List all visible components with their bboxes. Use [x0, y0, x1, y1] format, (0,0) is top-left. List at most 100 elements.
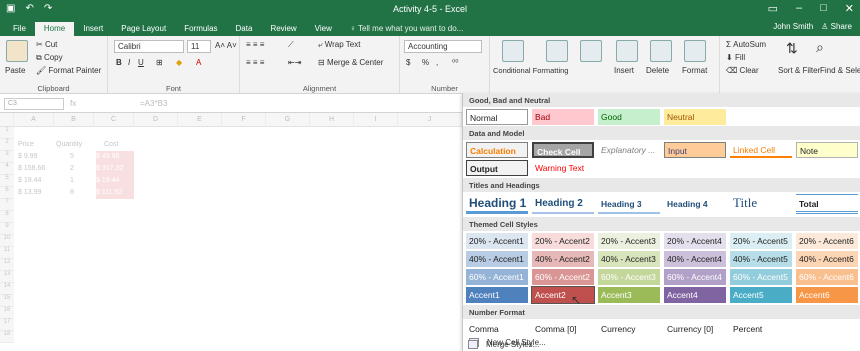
column-header[interactable]: F [222, 113, 266, 127]
cell-c5[interactable]: $ 111.92 [96, 187, 134, 199]
tab-review[interactable]: Review [261, 22, 305, 36]
column-header[interactable]: H [310, 113, 354, 127]
cell-c2[interactable]: $ 49.95 [96, 151, 134, 163]
insert-icon[interactable] [616, 40, 638, 62]
conditional-formatting-button[interactable]: Conditional Formatting [493, 66, 568, 75]
close-icon[interactable]: ✕ [845, 2, 854, 15]
row-header[interactable]: 3 [0, 151, 14, 163]
tell-me-input[interactable]: ♀ Tell me what you want to do... [341, 22, 472, 36]
style-accent2[interactable]: Accent2 [531, 286, 595, 304]
column-header[interactable]: E [178, 113, 222, 127]
merge-center-button[interactable]: ⊟ Merge & Center [318, 58, 383, 67]
paste-icon[interactable] [6, 40, 28, 62]
style-comma-0[interactable]: Comma [0] [532, 321, 594, 337]
tab-home[interactable]: Home [34, 22, 75, 36]
indent-icon[interactable]: ⇤⇥ [288, 58, 301, 67]
style-20-accent6[interactable]: 20% - Accent6 [796, 233, 858, 249]
style-accent3[interactable]: Accent3 [598, 287, 660, 303]
style-60-accent1[interactable]: 60% - Accent1 [466, 269, 528, 285]
column-header[interactable]: A [14, 113, 54, 127]
clear-button[interactable]: ⌫ Clear [726, 66, 759, 75]
tab-file[interactable]: File [4, 22, 35, 36]
style-bad[interactable]: Bad [532, 109, 594, 125]
find-select-button[interactable]: Find & Select [820, 66, 860, 75]
cell-c4[interactable]: $ 19.44 [96, 175, 134, 187]
row-header[interactable]: 8 [0, 211, 14, 223]
style-20-accent5[interactable]: 20% - Accent5 [730, 233, 792, 249]
style-output[interactable]: Output [466, 160, 528, 176]
style-heading-3[interactable]: Heading 3 [598, 194, 660, 214]
cell-c3[interactable]: $ 317.32 [96, 163, 134, 175]
delete-button[interactable]: Delete [646, 66, 669, 75]
column-header[interactable]: C [94, 113, 134, 127]
italic-button[interactable]: I [128, 58, 130, 67]
style-neutral[interactable]: Neutral [664, 109, 726, 125]
style-40-accent6[interactable]: 40% - Accent6 [796, 251, 858, 267]
cell-b4[interactable]: 1 [70, 175, 74, 187]
conditional-formatting-icon[interactable] [502, 40, 524, 62]
formula-input[interactable]: =A3*B3 [140, 99, 167, 108]
row-header[interactable]: 13 [0, 271, 14, 283]
column-header[interactable]: J [398, 113, 462, 127]
format-table-icon[interactable] [546, 40, 568, 62]
column-header[interactable]: B [54, 113, 94, 127]
format-button[interactable]: Format [682, 66, 707, 75]
style-20-accent1[interactable]: 20% - Accent1 [466, 233, 528, 249]
style-40-accent2[interactable]: 40% - Accent2 [532, 251, 594, 267]
style-heading-1[interactable]: Heading 1 [466, 194, 528, 214]
style-40-accent1[interactable]: 40% - Accent1 [466, 251, 528, 267]
row-header[interactable]: 6 [0, 187, 14, 199]
style-heading-2[interactable]: Heading 2 [532, 194, 594, 214]
user-name[interactable]: John Smith [773, 22, 813, 31]
row-header[interactable]: 10 [0, 235, 14, 247]
style-total[interactable]: Total [796, 194, 858, 214]
style-warning-text[interactable]: Warning Text [532, 160, 594, 176]
number-format-select[interactable]: Accounting [404, 40, 482, 53]
row-header[interactable]: 2 [0, 139, 14, 151]
share-button[interactable]: ♙ Share [821, 22, 852, 31]
sort-filter-icon[interactable]: ⇅ [786, 40, 798, 57]
column-header[interactable]: I [354, 113, 398, 127]
cell-b3[interactable]: 2 [70, 163, 74, 175]
row-header[interactable]: 4 [0, 163, 14, 175]
worksheet-grid[interactable]: A B C D E F G H I J 1 2 3 4 5 6 7 8 9 10… [0, 113, 462, 351]
row-header[interactable]: 18 [0, 331, 14, 343]
bold-button[interactable]: B [116, 58, 122, 67]
style-40-accent4[interactable]: 40% - Accent4 [664, 251, 726, 267]
row-header[interactable]: 1 [0, 127, 14, 139]
style-heading-4[interactable]: Heading 4 [664, 194, 726, 214]
font-name-select[interactable]: Calibri [114, 40, 184, 53]
fill-button[interactable]: ⬇ Fill [726, 53, 745, 62]
orientation-icon[interactable]: ⟋ [288, 40, 294, 50]
tab-insert[interactable]: Insert [74, 22, 112, 36]
style-20-accent3[interactable]: 20% - Accent3 [598, 233, 660, 249]
cell-b5[interactable]: 8 [70, 187, 74, 199]
style-comma[interactable]: Comma [466, 321, 528, 337]
row-header[interactable]: 17 [0, 319, 14, 331]
cut-button[interactable]: ✂ Cut [36, 40, 57, 49]
percent-button[interactable]: % [422, 58, 429, 67]
style-60-accent4[interactable]: 60% - Accent4 [664, 269, 726, 285]
row-header[interactable]: 9 [0, 223, 14, 235]
style-60-accent5[interactable]: 60% - Accent5 [730, 269, 792, 285]
autosum-button[interactable]: Σ AutoSum [726, 40, 766, 49]
row-header[interactable]: 5 [0, 175, 14, 187]
cell-a2[interactable]: $ 9.99 [18, 151, 37, 163]
style-calculation[interactable]: Calculation [466, 142, 528, 158]
borders-icon[interactable]: ⊞ [156, 58, 163, 67]
decimal-icon[interactable]: ⁰⁰ [452, 58, 458, 67]
style-note[interactable]: Note [796, 142, 858, 158]
style-percent[interactable]: Percent [730, 321, 792, 337]
maximize-icon[interactable]: □ [820, 2, 827, 15]
style-good[interactable]: Good [598, 109, 660, 125]
find-icon[interactable]: ⌕ [816, 39, 824, 56]
format-icon[interactable] [684, 40, 706, 62]
style-normal[interactable]: Normal [466, 109, 528, 125]
tab-view[interactable]: View [306, 22, 341, 36]
select-all-corner[interactable] [0, 113, 14, 127]
style-accent4[interactable]: Accent4 [664, 287, 726, 303]
grow-font-icon[interactable]: A˄ A˅ [215, 41, 237, 50]
cell-a4[interactable]: $ 19.44 [18, 175, 41, 187]
style-input[interactable]: Input [664, 142, 726, 158]
style-accent6[interactable]: Accent6 [796, 287, 858, 303]
